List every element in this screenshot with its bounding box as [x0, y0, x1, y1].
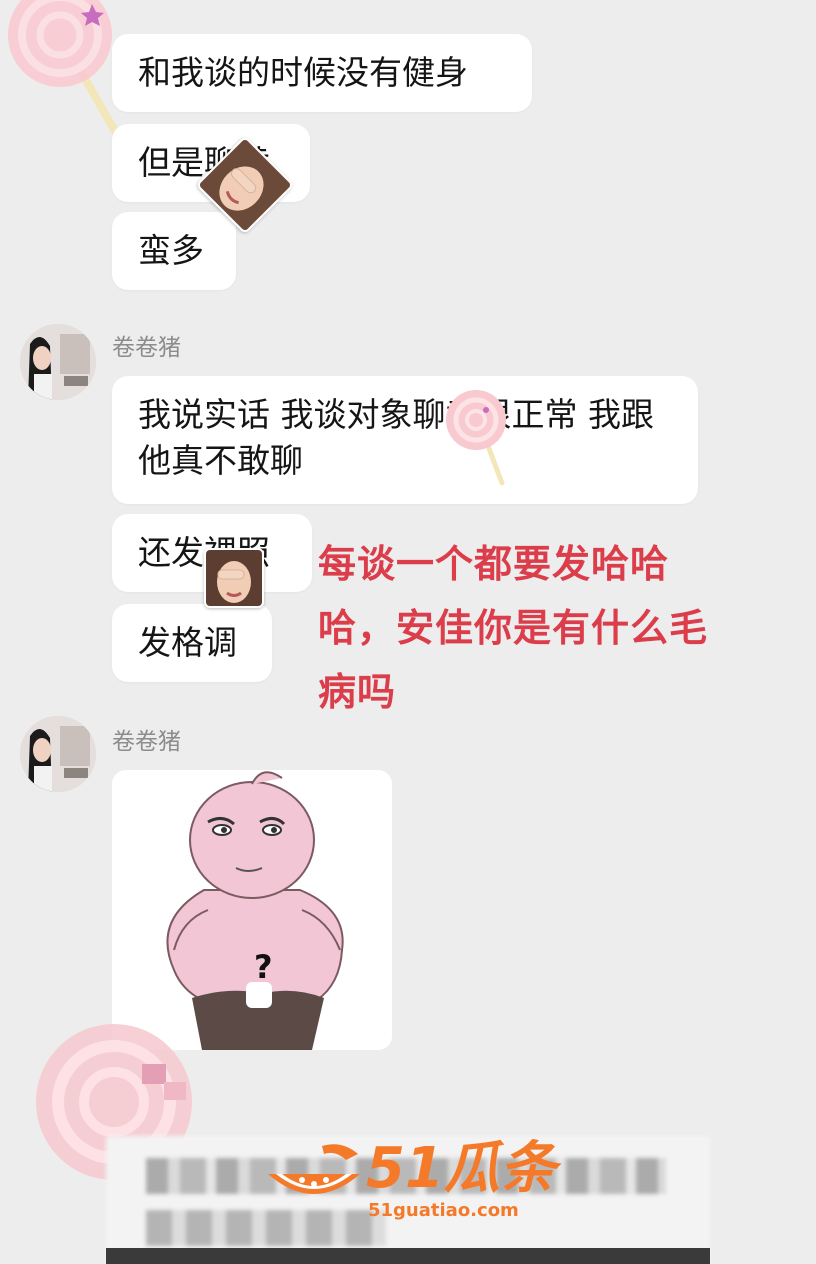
image-message[interactable]: ?: [112, 770, 392, 1050]
sender-name: 卷卷猪: [112, 729, 181, 755]
avatar[interactable]: [20, 716, 96, 792]
pink-figure-meme-icon: [112, 770, 392, 1050]
message-text: 我说实话 我谈对象聊黄很正常 我跟他真不敢聊: [138, 395, 654, 480]
sender-name: 卷卷猪: [112, 335, 181, 361]
message-text: 蛮多: [138, 231, 204, 270]
face-sticker-icon: [204, 548, 264, 608]
avatar[interactable]: [20, 324, 96, 400]
message-text: 发格调: [138, 623, 237, 662]
message-bubble: 和我谈的时候没有健身: [112, 34, 532, 112]
message-bubble: 我说实话 我谈对象聊黄很正常 我跟他真不敢聊: [112, 376, 698, 504]
bottom-divider: [106, 1248, 710, 1264]
message-bubble: 蛮多: [112, 212, 236, 290]
lollipop-sticker-icon: [446, 390, 506, 486]
question-mark: ?: [254, 948, 273, 986]
watermelon-logo-icon: [268, 1144, 360, 1194]
watermark-brand: 51瓜条: [366, 1136, 556, 1201]
watermark: 51瓜条 51guatiao.com: [262, 1132, 562, 1228]
message-text: 和我谈的时候没有健身: [138, 53, 468, 92]
annotation-text: 每谈一个都要发哈哈哈，安佳你是有什么毛病吗: [318, 542, 709, 714]
message-bubble: 发格调: [112, 604, 272, 682]
watermark-url: 51guatiao.com: [368, 1200, 519, 1221]
